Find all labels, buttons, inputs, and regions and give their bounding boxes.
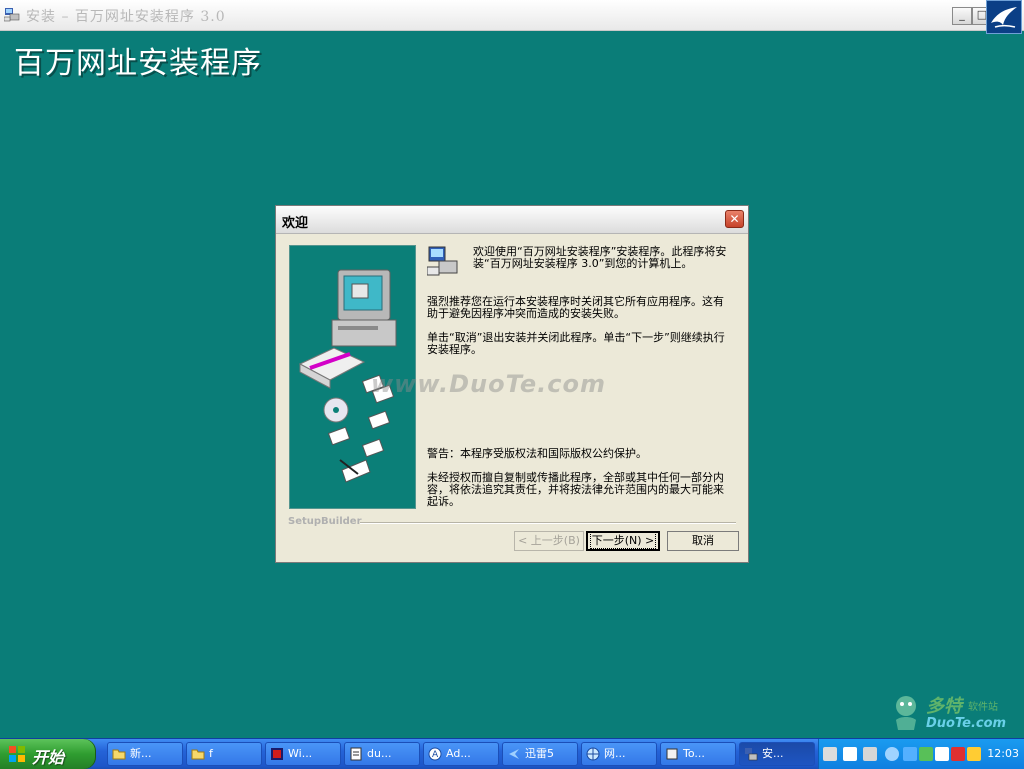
folder-icon xyxy=(112,749,126,760)
site-logo-url: DuoTe.com xyxy=(926,716,1007,731)
recommendation-text: 强烈推荐您在运行本安装程序时关闭其它所有应用程序。这有助于避免因程序冲突而造成的… xyxy=(427,295,724,320)
next-button-label: 下一步(N) > xyxy=(589,532,657,549)
taskbar-item-wi[interactable]: Wi... xyxy=(265,742,341,766)
duote-site-logo: 多特 软件站 DuoTe.com xyxy=(890,690,1020,738)
clock: 12:03 xyxy=(987,747,1019,760)
cancel-button[interactable]: 取消 xyxy=(667,531,739,551)
system-tray: 12:03 xyxy=(818,739,1024,769)
taskbar-item-label: Wi... xyxy=(288,747,313,760)
start-button[interactable]: 开始 xyxy=(0,739,96,769)
help-icon[interactable] xyxy=(843,747,857,761)
site-logo-name: 多特 xyxy=(926,696,962,717)
site-logo-sub: 软件站 xyxy=(968,702,998,713)
update-icon[interactable] xyxy=(967,747,981,761)
installer-icon xyxy=(745,748,758,761)
windows-logo-icon xyxy=(9,746,25,762)
welcome-dialog: 欢迎 ✕ 欢迎使用“百万网址安装程序”安装程序。此程序将安装“百万网址安装程序 … xyxy=(275,205,749,563)
app-icon xyxy=(271,748,283,760)
back-button[interactable]: < 上一步(B) xyxy=(514,531,584,551)
globe-icon xyxy=(586,747,600,761)
taskbar-item-label: du... xyxy=(367,747,392,760)
close-tray-icon[interactable] xyxy=(951,747,965,761)
tray-arrow-icon[interactable] xyxy=(885,747,899,761)
svg-text:A: A xyxy=(432,750,439,760)
taskbar-item-label: To... xyxy=(683,747,705,760)
taskbar-item-label: 安... xyxy=(762,747,784,760)
dialog-close-button[interactable]: ✕ xyxy=(725,210,744,228)
start-label: 开始 xyxy=(32,748,65,767)
taskbar-item-installer[interactable]: 安... xyxy=(739,742,815,766)
taskbar-item-du[interactable]: du... xyxy=(344,742,420,766)
warning-text: 警告：本程序受版权法和国际版权公约保护。 xyxy=(427,447,647,460)
keyboard-icon[interactable] xyxy=(823,747,837,761)
folder-icon xyxy=(191,749,205,760)
installer-heading: 百万网址安装程序 xyxy=(14,46,262,81)
dialog-titlebar[interactable]: 欢迎 ✕ xyxy=(276,206,748,234)
taskbar-item-label: 新... xyxy=(130,747,152,760)
taskbar-item-web[interactable]: 网... xyxy=(581,742,657,766)
window-title: 安装 – 百万网址安装程序 3.0 xyxy=(26,9,226,25)
setupbuilder-label: SetupBuilder xyxy=(288,516,362,527)
taskbar-item-label: Ad... xyxy=(446,747,471,760)
minimize-button[interactable]: _ xyxy=(952,7,972,25)
taskbar-item-label: f xyxy=(209,747,213,760)
button-separator xyxy=(360,522,736,524)
installer-icon xyxy=(4,8,20,22)
instruction-text: 单击“取消”退出安装并关闭此程序。单击“下一步”则继续执行安装程序。 xyxy=(427,331,725,356)
window-titlebar[interactable]: 安装 – 百万网址安装程序 3.0 _ □ xyxy=(0,0,1024,31)
speaker-icon[interactable] xyxy=(863,747,877,761)
taskbar-item-f[interactable]: f xyxy=(186,742,262,766)
welcome-text: 欢迎使用“百万网址安装程序”安装程序。此程序将安装“百万网址安装程序 3.0”到… xyxy=(473,245,727,270)
browser-icon: A xyxy=(428,747,442,761)
thunder-icon xyxy=(509,749,519,759)
copyright-text: 未经授权而擅自复制或传播此程序，全部或其中任何一部分内容，将依法追究其责任，并将… xyxy=(427,471,724,508)
bird-logo-icon xyxy=(986,0,1022,34)
taskbar-item-label: 迅雷5 xyxy=(525,747,554,760)
taskbar-item-xunlei[interactable]: 迅雷5 xyxy=(502,742,578,766)
app-icon xyxy=(666,748,678,760)
next-button[interactable]: 下一步(N) > xyxy=(586,531,660,551)
setup-computer-icon xyxy=(427,246,458,276)
security-icon[interactable] xyxy=(919,747,933,761)
antivirus-icon[interactable] xyxy=(935,747,949,761)
duote-watermark: www.DuoTe.com xyxy=(371,370,606,398)
taskbar: 开始 新... f Wi... du... A Ad... 迅雷5 网... T… xyxy=(0,738,1024,769)
taskbar-item-ad[interactable]: A Ad... xyxy=(423,742,499,766)
taskbar-item-to[interactable]: To... xyxy=(660,742,736,766)
dialog-title: 欢迎 xyxy=(282,216,309,231)
taskbar-item-label: 网... xyxy=(604,747,626,760)
taskbar-item-new[interactable]: 新... xyxy=(107,742,183,766)
document-icon xyxy=(350,747,362,761)
network-icon[interactable] xyxy=(903,747,917,761)
